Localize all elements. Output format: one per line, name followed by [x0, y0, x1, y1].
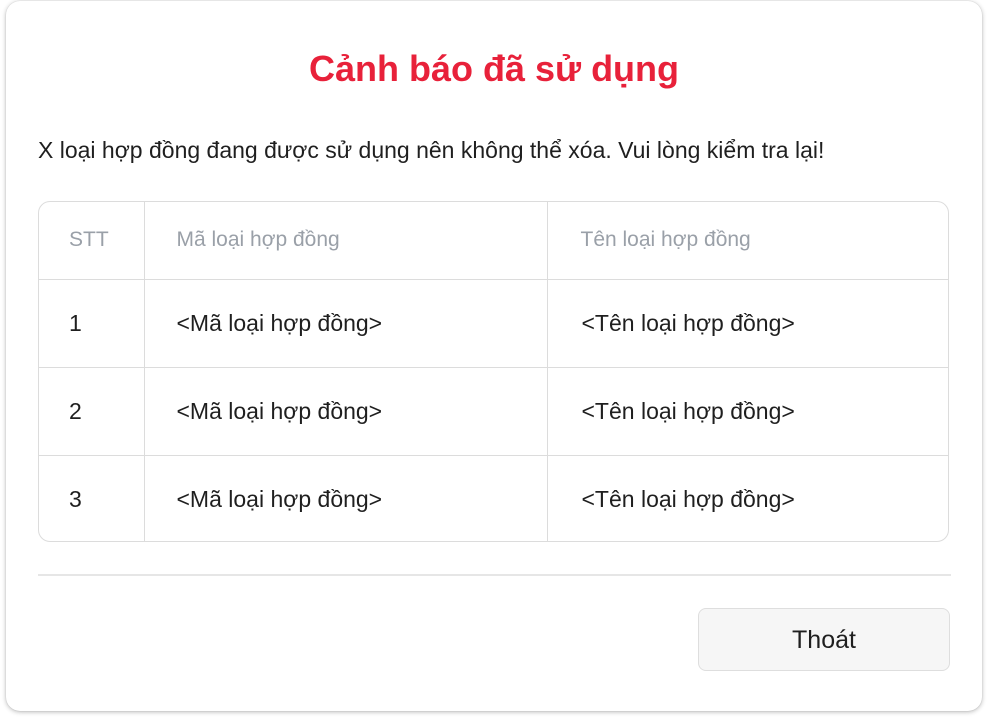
table-row: 1 <Mã loại hợp đồng> <Tên loại hợp đồng> — [39, 279, 948, 368]
header-contract-code: Mã loại hợp đồng — [144, 202, 548, 280]
header-stt: STT — [39, 202, 145, 280]
row-stt: 2 — [39, 367, 145, 456]
exit-button[interactable]: Thoát — [698, 608, 950, 671]
header-contract-name: Tên loại hợp đồng — [547, 202, 948, 280]
row-contract-code: <Mã loại hợp đồng> — [144, 367, 548, 456]
row-contract-name: <Tên loại hợp đồng> — [547, 279, 948, 368]
row-contract-name: <Tên loại hợp đồng> — [547, 367, 948, 456]
dialog-message: X loại hợp đồng đang được sử dụng nên kh… — [38, 137, 825, 163]
table-header-row: STT Mã loại hợp đồng Tên loại hợp đồng — [39, 202, 948, 280]
row-contract-code: <Mã loại hợp đồng> — [144, 279, 548, 368]
table-row: 3 <Mã loại hợp đồng> <Tên loại hợp đồng> — [39, 455, 948, 541]
dialog-title: Cảnh báo đã sử dụng — [308, 48, 680, 89]
table-row: 2 <Mã loại hợp đồng> <Tên loại hợp đồng> — [39, 367, 948, 456]
row-contract-code: <Mã loại hợp đồng> — [144, 455, 548, 541]
row-stt: 3 — [39, 455, 145, 541]
warning-dialog: Cảnh báo đã sử dụng X loại hợp đồng đang… — [6, 1, 982, 711]
footer-divider — [38, 574, 951, 576]
row-contract-name: <Tên loại hợp đồng> — [581, 485, 795, 512]
row-stt: 1 — [39, 279, 145, 368]
contract-type-table: STT Mã loại hợp đồng Tên loại hợp đồng 1… — [38, 201, 949, 542]
